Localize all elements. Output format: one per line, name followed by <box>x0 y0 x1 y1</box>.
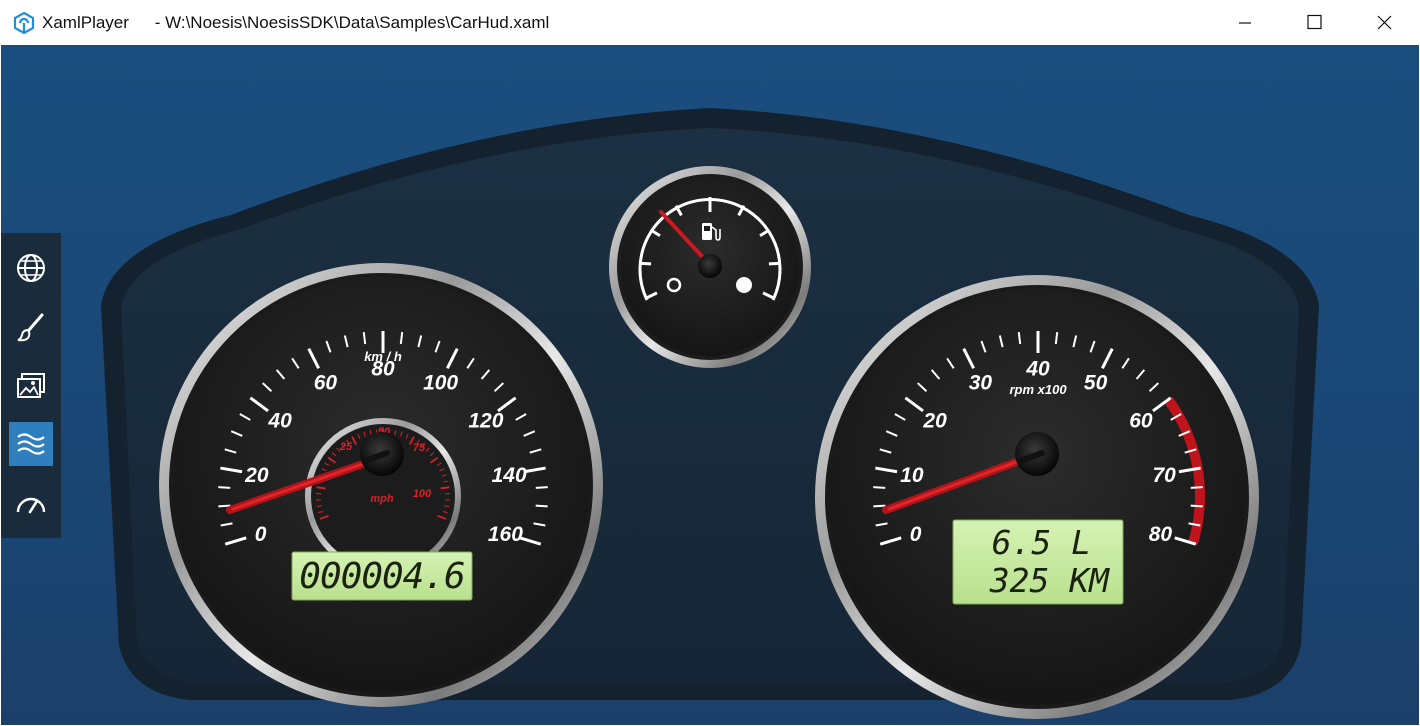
tachometer-gauge: 0 10 20 30 40 50 60 70 80 rpm x100 6.5 L 325 KM <box>815 275 1259 719</box>
mph-tick <box>316 486 326 490</box>
gauge-tick <box>218 486 231 489</box>
minimize-icon <box>1239 22 1251 24</box>
gauge-tick-label: 30 <box>969 371 993 394</box>
hud-viewport: 0 20 40 60 80 100 120 140 160 km / h 25 50 75 100 m… <box>1 45 1419 725</box>
dashboard: 020406080100120140160 km / h 255075100 m… <box>101 108 1319 719</box>
sidebar-item-globe[interactable] <box>9 246 53 290</box>
trip-distance-value: 325 KM <box>989 561 1110 600</box>
gauge-tick-label: 20 <box>922 409 947 432</box>
gauge-tick <box>1017 332 1022 345</box>
fuel-full-marker <box>736 277 752 293</box>
close-button[interactable] <box>1350 0 1420 45</box>
trip-fuel-value: 6.5 L <box>992 523 1091 562</box>
gauge-tick-label: 80 <box>1149 523 1173 546</box>
minimize-button[interactable] <box>1210 0 1280 45</box>
gauge-tick-label: 70 <box>1152 464 1176 487</box>
speedometer-gauge: 020406080100120140160 km / h 255075100 m… <box>159 263 603 707</box>
gauge-tick-label: 40 <box>267 409 292 432</box>
gauge-tick-label: 160 <box>488 523 523 546</box>
gauge-tick <box>535 504 548 508</box>
gauge-tick <box>873 486 886 489</box>
gauge-tick <box>1190 486 1203 489</box>
mph-tick-label: 75 <box>413 442 426 454</box>
tachometer-unit: rpm x100 <box>1009 382 1067 397</box>
mph-tick <box>440 486 450 490</box>
gauge-tick-label: 60 <box>314 371 338 394</box>
gauge-tick-label: 20 <box>244 464 269 487</box>
window-title-app: XamlPlayer <box>42 13 129 32</box>
sidebar-item-brush[interactable] <box>9 305 53 349</box>
app-icon <box>13 11 35 35</box>
gauge-tick-label: 10 <box>900 464 924 487</box>
close-icon <box>1377 15 1392 30</box>
maximize-button[interactable] <box>1280 0 1350 45</box>
sidebar-item-waves[interactable] <box>9 422 53 466</box>
brush-icon <box>17 313 44 342</box>
gauge-tick <box>1054 332 1059 345</box>
gauge-tick-label: 40 <box>1025 358 1050 381</box>
maximize-icon <box>1307 14 1322 30</box>
gauge-tick-label: 100 <box>423 371 458 394</box>
globe-icon <box>17 254 45 282</box>
gauge-tick-label: 60 <box>1129 409 1153 432</box>
fuel-gauge <box>609 166 811 368</box>
odometer-value: 000004.6 <box>299 556 464 597</box>
gauge-tick-label: 0 <box>255 523 267 546</box>
gauge-tick-label: 120 <box>468 409 503 432</box>
sidebar-item-gauge[interactable] <box>9 482 53 526</box>
mph-tick-label: 25 <box>339 441 353 453</box>
gauge-icon <box>16 497 46 514</box>
gauge-tick-label: 0 <box>910 523 922 546</box>
mph-tick-label: 100 <box>413 488 432 500</box>
fuel-tick <box>640 261 652 266</box>
window-title-path: - W:\Noesis\NoesisSDK\Data\Samples\CarHu… <box>150 13 550 32</box>
sidebar <box>1 233 61 538</box>
gauge-tick-label: 140 <box>492 464 527 487</box>
images-icon <box>17 373 45 398</box>
title-bar[interactable]: XamlPlayer - W:\Noesis\NoesisSDK\Data\Sa… <box>0 0 1420 45</box>
gauge-tick-label: 50 <box>1084 371 1108 394</box>
gauge-tick <box>1190 504 1203 508</box>
fuel-tick <box>768 261 780 266</box>
inner-unit: mph <box>370 493 394 505</box>
sidebar-item-images[interactable] <box>9 364 53 408</box>
gauge-tick <box>535 486 548 489</box>
waves-icon <box>17 433 45 455</box>
gauge-tick <box>399 332 404 345</box>
gauge-tick <box>362 332 367 345</box>
speedometer-unit: km / h <box>364 349 402 364</box>
gauge-tick <box>873 504 886 508</box>
